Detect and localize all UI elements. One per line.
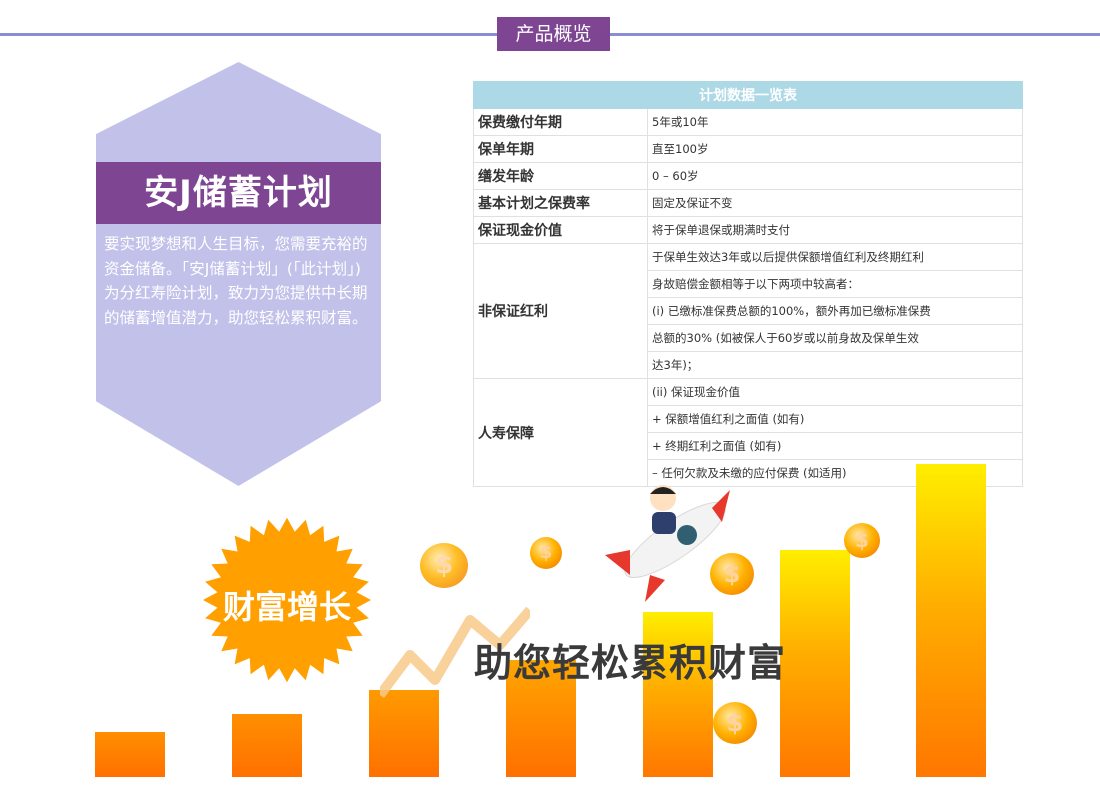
life-cover-label: 人寿保障 (473, 378, 648, 487)
dividend-line: 总额的30% (如被保人于60岁或以前身故及保单生效 (647, 324, 1023, 352)
row-label: 保单年期 (473, 135, 648, 163)
dividend-label: 非保证红利 (473, 243, 648, 379)
table-row: 保费缴付年期 5年或10年 (473, 108, 1023, 136)
life-cover-line: + 终期红利之面值 (如有) (647, 432, 1023, 460)
row-label: 保费缴付年期 (473, 108, 648, 136)
growth-bar (369, 690, 439, 777)
table-caption-row: 计划数据一览表 (473, 81, 1023, 109)
coin-icon: $ (844, 523, 880, 558)
section-title-badge: 产品概览 (497, 17, 610, 51)
row-value: 5年或10年 (647, 108, 1023, 136)
coin-icon: $ (713, 702, 757, 744)
slogan-text: 助您轻松累积财富 (474, 641, 787, 685)
table-row: 保证现金价值 将于保单退保或期满时支付 (473, 216, 1023, 244)
dividend-line: 身故赔偿金额相等于以下两项中较高者： (647, 270, 1023, 298)
table-row: 保单年期 直至100岁 (473, 135, 1023, 163)
wealth-growth-label: 财富增长 (222, 588, 351, 626)
coin-icon: $ (710, 553, 754, 595)
growth-bar (232, 714, 302, 777)
dividend-line: 于保单生效达3年或以后提供保额增值红利及终期红利 (647, 243, 1023, 271)
life-cover-line: (ii) 保证现金价值 (647, 378, 1023, 406)
row-label: 缮发年龄 (473, 162, 648, 190)
table-row: 基本计划之保费率 固定及保证不变 (473, 189, 1023, 217)
growth-bar (916, 464, 986, 777)
plan-data-table: 计划数据一览表 保费缴付年期 5年或10年 保单年期 直至100岁 缮发年龄 0… (473, 81, 1023, 487)
table-row: 缮发年龄 0 – 60岁 (473, 162, 1023, 190)
growth-bar (95, 732, 165, 777)
row-label: 保证现金价值 (473, 216, 648, 244)
plan-description: 要实现梦想和人生目标，您需要充裕的资金储备。「安J储蓄计划」(「此计划」)为分红… (104, 235, 368, 327)
row-value: 固定及保证不变 (647, 189, 1023, 217)
coin-icon: $ (530, 537, 562, 569)
plan-title: 安J储蓄计划 (96, 162, 381, 224)
table-row: 人寿保障 (ii) 保证现金价值 (473, 378, 1023, 487)
row-label: 基本计划之保费率 (473, 189, 648, 217)
dividend-line: (i) 已缴标准保费总额的100%，额外再加已缴标准保费 (647, 297, 1023, 325)
life-cover-line: + 保额增值红利之面值 (如有) (647, 405, 1023, 433)
table-caption: 计划数据一览表 (473, 81, 1023, 109)
row-value: 0 – 60岁 (647, 162, 1023, 190)
dividend-line: 达3年)； (647, 351, 1023, 379)
row-value: 直至100岁 (647, 135, 1023, 163)
growth-bar (780, 550, 850, 777)
coin-icon: $ (420, 543, 468, 588)
row-value: 将于保单退保或期满时支付 (647, 216, 1023, 244)
table-row: 非保证红利 于保单生效达3年或以后提供保额增值红利及终期红利 (473, 243, 1023, 379)
